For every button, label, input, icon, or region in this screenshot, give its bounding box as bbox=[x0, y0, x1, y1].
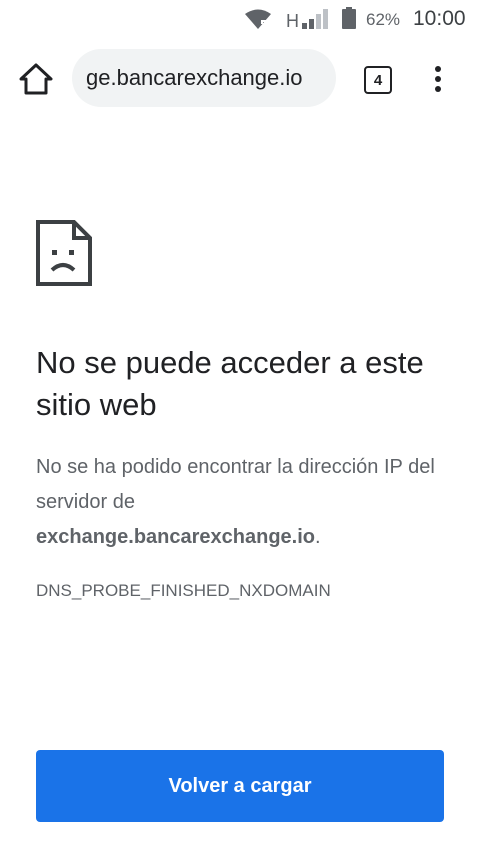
battery-icon bbox=[342, 7, 356, 29]
home-icon[interactable] bbox=[18, 62, 54, 96]
status-bar: H 62% 10:00 bbox=[0, 0, 480, 38]
browser-toolbar: ge.bancarexchange.io 4 bbox=[0, 38, 480, 118]
error-host: exchange.bancarexchange.io bbox=[36, 526, 316, 548]
signal-icon bbox=[302, 9, 328, 29]
network-type-label: H bbox=[286, 11, 299, 31]
tab-switcher-button[interactable]: 4 bbox=[364, 66, 392, 94]
wifi-icon bbox=[245, 9, 271, 29]
more-vert-icon[interactable] bbox=[428, 64, 448, 94]
battery-percent: 62% bbox=[366, 10, 401, 29]
reload-button[interactable]: Volver a cargar bbox=[36, 750, 444, 822]
url-text[interactable]: ge.bancarexchange.io bbox=[86, 65, 303, 91]
error-description-text: No se ha podido encontrar la dirección I… bbox=[36, 456, 435, 513]
error-title: No se puede acceder a este sitio web bbox=[36, 345, 424, 422]
tab-count: 4 bbox=[373, 71, 383, 89]
error-code: DNS_PROBE_FINISHED_NXDOMAIN bbox=[36, 581, 331, 600]
error-description: No se ha podido encontrar la dirección I… bbox=[36, 450, 446, 555]
error-description-suffix: . bbox=[315, 526, 321, 548]
sad-page-icon bbox=[36, 220, 92, 286]
clock: 10:00 bbox=[413, 7, 466, 30]
address-bar[interactable]: ge.bancarexchange.io bbox=[72, 49, 336, 107]
